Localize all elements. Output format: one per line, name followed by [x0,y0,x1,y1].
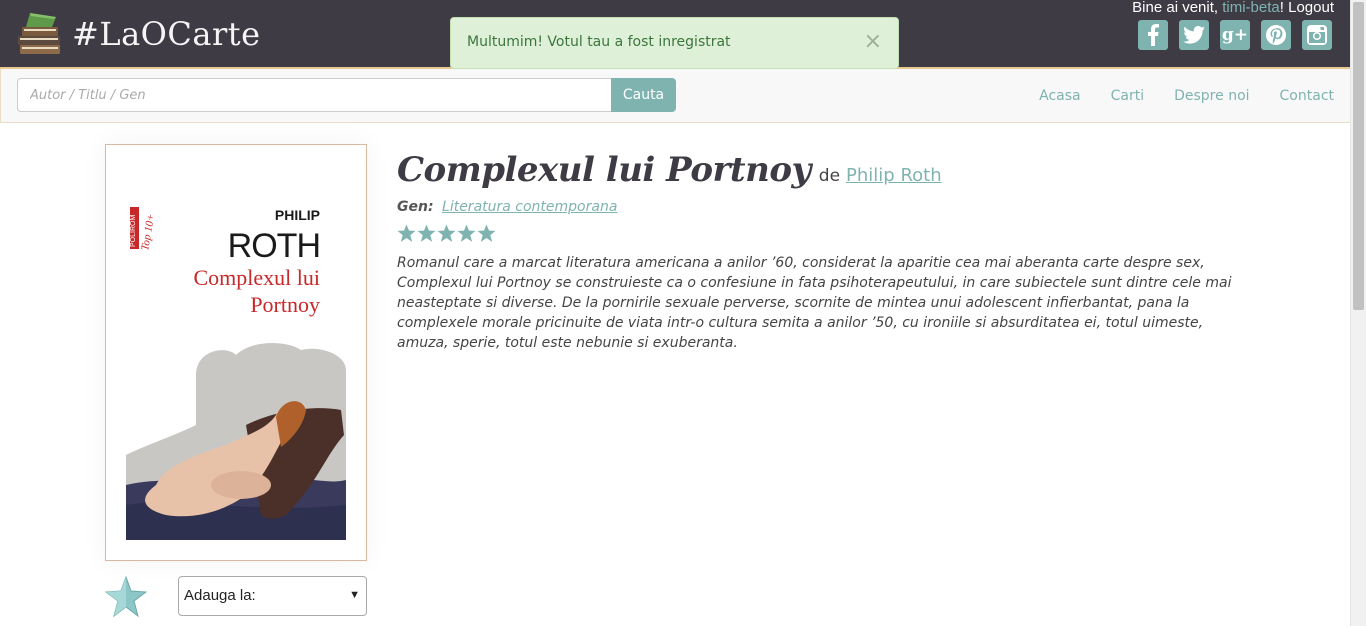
genre-label: Gen: [397,199,434,215]
rating-star-icon[interactable] [437,224,456,243]
rating-star-icon[interactable] [417,224,436,243]
facebook-icon[interactable] [1138,20,1168,50]
cover-publisher: POLIROM [130,215,137,247]
site-logo[interactable]: #LaOCarte [16,8,261,60]
book-title: Complexul lui Portnoy [397,150,811,190]
rating-star-icon[interactable] [457,224,476,243]
search-input[interactable] [17,78,613,112]
instagram-icon[interactable] [1302,20,1332,50]
add-to-list-label: Adauga la: [184,587,256,604]
nav-item-contact[interactable]: Contact [1280,88,1334,104]
rating-stars[interactable] [397,224,496,243]
book-title-row: Complexul lui Portnoy de Philip Roth [397,150,942,190]
nav-item-carti[interactable]: Carti [1111,88,1145,104]
cover-title-line1: Complexul lui [194,265,321,290]
twitter-icon[interactable] [1179,20,1209,50]
page-scrollbar[interactable] [1350,0,1366,626]
social-links: g+ [1138,20,1332,50]
nav-item-despre-noi[interactable]: Despre noi [1174,88,1249,104]
nav-links: Acasa Carti Despre noi Contact [1039,88,1334,104]
scrollbar-thumb[interactable] [1353,2,1364,310]
book-cover: POLIROM Top 10+ PHILIP ROTH Complexul lu… [105,144,367,561]
cover-title-line2: Portnoy [250,292,320,317]
close-icon[interactable]: × [864,31,882,53]
alert-message: Multumim! Votul tau a fost inregistrat [467,34,731,50]
welcome-text: Bine ai venit, timi-beta! Logout [1132,0,1334,16]
logout-link[interactable]: Logout [1288,0,1334,16]
cover-image: POLIROM Top 10+ PHILIP ROTH Complexul lu… [126,185,346,540]
genre-link[interactable]: Literatura contemporana [442,199,617,215]
pinterest-icon[interactable] [1261,20,1291,50]
add-to-list-select[interactable]: Adauga la: ▼ [178,576,367,616]
cover-author-last: ROTH [228,227,320,265]
logo-text: #LaOCarte [72,15,261,53]
rating-star-icon[interactable] [397,224,416,243]
book-description: Romanul care a marcat literatura america… [397,255,1232,351]
favorite-star-icon[interactable] [104,575,148,618]
vote-success-alert: Multumim! Votul tau a fost inregistrat × [450,17,899,69]
by-label: de [818,166,841,186]
author-link[interactable]: Philip Roth [846,165,942,186]
nav-item-acasa[interactable]: Acasa [1039,88,1080,104]
chevron-down-icon: ▼ [349,589,360,601]
genre-row: Gen: Literatura contemporana [397,199,617,215]
search-button[interactable]: Cauta [611,78,676,112]
google-plus-icon[interactable]: g+ [1220,20,1250,50]
username-link[interactable]: timi-beta [1222,0,1280,16]
books-logo-icon [16,9,68,59]
rating-star-icon[interactable] [477,224,496,243]
cover-author-first: PHILIP [275,207,320,223]
navbar: Cauta Acasa Carti Despre noi Contact [0,69,1350,123]
